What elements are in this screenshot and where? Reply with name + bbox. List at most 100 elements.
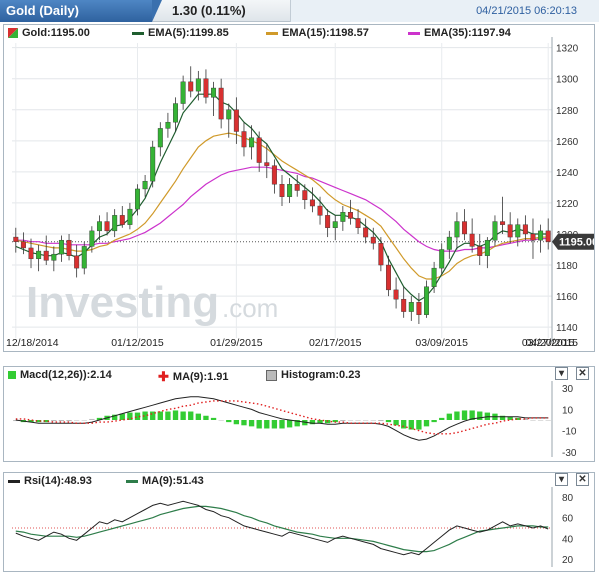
candle-body (424, 286, 429, 315)
candle-body (74, 255, 80, 269)
histogram-bar (89, 418, 95, 420)
histogram-bar (58, 420, 65, 422)
y-tick-label: 30 (562, 384, 574, 395)
histogram-bar (461, 410, 468, 420)
candle-body (13, 236, 19, 242)
histogram-bar (393, 420, 399, 426)
candle-body (355, 218, 361, 228)
histogram-bar (81, 420, 87, 421)
title-tab-corner (152, 0, 162, 22)
histogram-bar (355, 420, 361, 421)
histogram-bar (431, 420, 437, 423)
candle-body (173, 103, 179, 123)
histogram-bar (218, 420, 224, 421)
candle-body (385, 264, 391, 291)
candle-body (439, 249, 445, 269)
price-chart[interactable]: 1140116011801200122012401260128013001320… (4, 25, 594, 351)
candle-body (142, 180, 148, 190)
histogram-bar (423, 420, 430, 427)
macd-chart[interactable]: 30 10 -10 -30 (4, 367, 594, 461)
candle-body (218, 87, 224, 120)
candle-body (203, 78, 209, 98)
candle-body (393, 289, 399, 300)
histogram-bar (226, 420, 232, 423)
histogram-bar (522, 418, 529, 420)
y-tick-label: 1220 (556, 199, 579, 210)
candle-body (309, 199, 315, 207)
histogram-bar (378, 420, 384, 422)
histogram-bar (172, 410, 179, 420)
candle-body (180, 81, 186, 104)
candle-body (43, 250, 49, 261)
candle-body (545, 230, 551, 242)
candle-body (431, 267, 437, 287)
histogram-bar (340, 420, 346, 422)
y-tick-label: 1240 (556, 168, 579, 179)
watermark-suffix: .com (222, 293, 278, 323)
candle-body (51, 253, 57, 261)
candle-body (89, 230, 95, 247)
candle-body (507, 224, 513, 238)
histogram-bar (385, 420, 392, 423)
candle-body (233, 109, 239, 132)
candle-body (195, 78, 201, 92)
histogram-bar (256, 420, 262, 429)
rsi-chart[interactable]: 80 60 40 20 (4, 473, 594, 571)
chart-header: Gold (Daily) 1.30 (0.11%) 04/21/2015 06:… (0, 0, 599, 22)
candle-body (271, 165, 277, 185)
histogram-bar (180, 411, 186, 420)
candle-body (226, 109, 232, 120)
candle-body (150, 146, 156, 182)
histogram-bar (446, 413, 452, 420)
candle-body (211, 87, 217, 98)
candle-body (104, 221, 110, 232)
header-info-strip: 04/21/2015 06:20:13 (290, 0, 599, 22)
histogram-bar (264, 420, 270, 429)
histogram-bar (203, 415, 209, 420)
candle-body (279, 184, 285, 197)
candle-body (58, 239, 64, 255)
candle-body (446, 236, 452, 250)
candle-body (36, 250, 42, 260)
x-tick-label: 01/12/2015 (111, 337, 164, 349)
candle-body (20, 241, 26, 249)
candle-body (469, 233, 475, 247)
candle-body (477, 246, 483, 256)
histogram-bar (188, 411, 194, 420)
histogram-bar (530, 420, 536, 421)
candle-body (96, 221, 102, 232)
y-tick-label: 1160 (556, 292, 578, 303)
x-tick-label: 01/29/2015 (210, 337, 263, 349)
candle-body (264, 162, 270, 166)
candle-body (249, 137, 255, 148)
candle-body (294, 184, 300, 191)
candle-body (256, 137, 262, 163)
candle-body (241, 131, 247, 148)
candle-body (112, 215, 118, 232)
candle-body (492, 221, 498, 241)
y-tick-label: 20 (562, 555, 574, 566)
histogram-bar (477, 411, 483, 420)
watermark-logo: Investing (26, 278, 219, 327)
candle-body (302, 190, 308, 201)
candle-body (416, 302, 422, 315)
histogram-bar (241, 420, 247, 426)
macd-panel: Macd(12,26)):2.14 ✚ MA(9):1.91 Histogram:… (3, 366, 595, 462)
price-change: 1.30 (0.11%) (172, 3, 246, 18)
candle-body (28, 247, 34, 260)
y-tick-label: 40 (562, 534, 574, 545)
x-tick-label: 03/09/2015 (415, 337, 468, 349)
ema15-line (15, 132, 549, 280)
price-tag-label: 1195.00 (559, 237, 594, 249)
histogram-bar (233, 420, 240, 425)
candle-body (370, 236, 376, 244)
candle-body (484, 239, 490, 256)
candle-body (378, 243, 384, 266)
histogram-bar (66, 420, 72, 422)
candle-body (515, 224, 521, 238)
histogram-bar (370, 420, 376, 421)
histogram-bar (210, 417, 217, 420)
instrument-title[interactable]: Gold (Daily) (0, 0, 152, 22)
x-tick-label: 02/17/2015 (309, 337, 362, 349)
candle-body (538, 230, 544, 241)
